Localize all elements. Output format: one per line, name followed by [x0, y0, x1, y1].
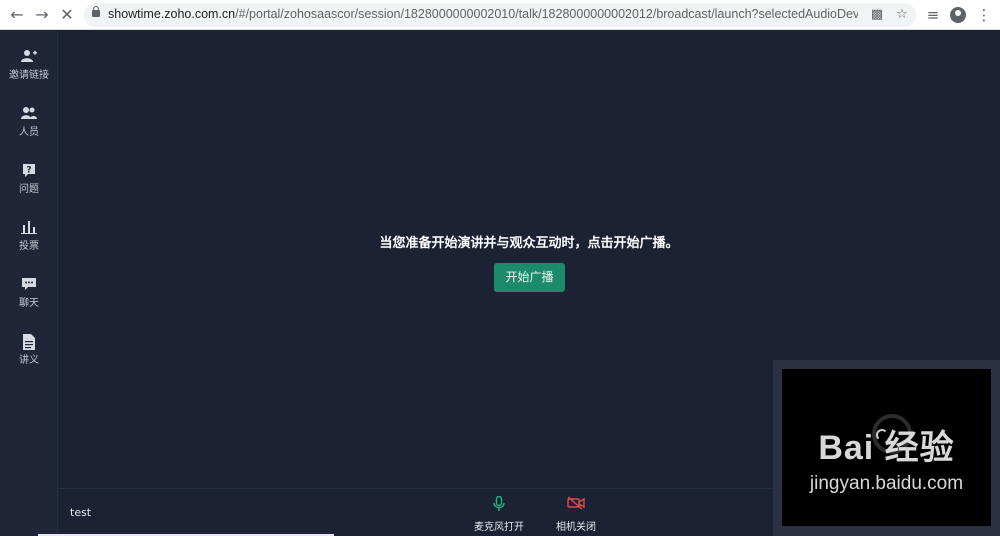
sidebar-item-people[interactable]: 人员: [0, 106, 58, 156]
lock-icon: [92, 6, 100, 17]
url-path: /#/portal/zohosaascor/session/1828000000…: [235, 7, 858, 21]
sidebar-item-invite-link[interactable]: 邀请链接: [0, 49, 58, 99]
watermark-logo: Bai 经验: [818, 429, 955, 467]
sidebar-item-handouts[interactable]: 讲义: [0, 334, 58, 384]
sidebar-item-label: 邀请链接: [9, 70, 49, 81]
people-icon: [0, 106, 58, 124]
sidebar-item-polls[interactable]: 投票: [0, 220, 58, 270]
mic-toggle-button[interactable]: 麦克风打开: [469, 495, 529, 533]
camera-icon[interactable]: ▩: [869, 7, 885, 23]
broadcast-prompt: 当您准备开始演讲并与观众互动时，点击开始广播。: [379, 236, 679, 251]
url-text[interactable]: showtime.zoho.com.cn/#/portal/zohosaasco…: [108, 7, 858, 21]
camera-toggle-button[interactable]: 相机关闭: [546, 496, 606, 533]
sidebar: 邀请链接 人员 ? 问题 投票 聊天 讲义: [0, 31, 58, 536]
sidebar-item-label: 讲义: [19, 355, 39, 366]
watermark: Bai 经验 jingyan.baidu.com: [773, 420, 1000, 495]
forward-icon[interactable]: →: [32, 5, 52, 25]
question-icon: ?: [0, 163, 58, 181]
poll-icon: [0, 220, 58, 238]
camera-off-icon: [546, 496, 606, 512]
camera-label: 相机关闭: [556, 522, 596, 533]
add-user-icon: [0, 49, 58, 67]
star-icon[interactable]: ☆: [894, 7, 910, 23]
back-icon[interactable]: ←: [7, 5, 27, 25]
sidebar-item-questions[interactable]: ? 问题: [0, 163, 58, 213]
close-icon[interactable]: ✕: [57, 5, 77, 25]
menu-icon[interactable]: ⋮: [974, 5, 994, 25]
start-broadcast-button[interactable]: 开始广播: [494, 263, 565, 292]
url-host: showtime.zoho.com.cn: [108, 7, 236, 21]
self-video-preview[interactable]: Bai 经验 jingyan.baidu.com: [773, 360, 1000, 536]
document-icon: [0, 334, 58, 352]
mic-label: 麦克风打开: [474, 522, 524, 533]
microphone-icon: [469, 495, 529, 512]
watermark-url: jingyan.baidu.com: [809, 473, 964, 494]
svg-text:?: ?: [26, 166, 31, 176]
profile-icon[interactable]: [948, 5, 968, 25]
sidebar-item-label: 问题: [19, 184, 39, 195]
media-control-icon[interactable]: ≡: [923, 5, 943, 25]
chat-icon: [0, 277, 58, 295]
sidebar-item-label: 聊天: [19, 298, 39, 309]
session-title: test: [70, 506, 92, 519]
sidebar-item-chat[interactable]: 聊天: [0, 277, 58, 327]
sidebar-item-label: 人员: [19, 127, 39, 138]
sidebar-item-label: 投票: [19, 241, 39, 252]
browser-toolbar: ← → ✕ showtime.zoho.com.cn/#/portal/zoho…: [0, 0, 1000, 30]
address-bar[interactable]: showtime.zoho.com.cn/#/portal/zohosaasco…: [84, 3, 916, 27]
